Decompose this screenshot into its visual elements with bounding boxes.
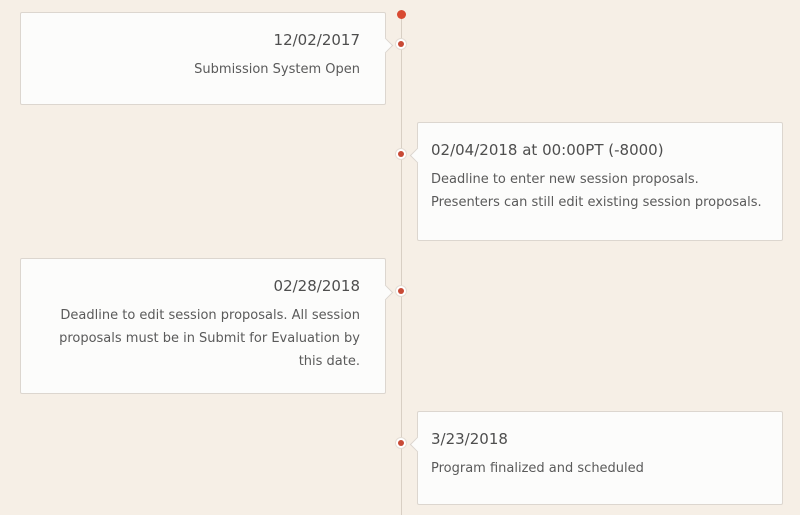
event-date: 02/28/2018 [273, 277, 360, 295]
event-description: Submission System Open [194, 62, 360, 77]
timeline-marker [398, 151, 404, 157]
event-description: Deadline to edit session proposals. All … [59, 308, 360, 369]
event-date: 12/02/2017 [273, 31, 360, 49]
event-description: Program finalized and scheduled [431, 461, 644, 476]
timeline-marker [398, 288, 404, 294]
timeline-marker [398, 41, 404, 47]
timeline-event-card: 3/23/2018 Program finalized and schedule… [417, 411, 783, 505]
event-date: 02/04/2018 at 00:00PT (-8000) [431, 141, 664, 159]
timeline-start-dot [397, 10, 406, 19]
timeline-event-card: 12/02/2017 Submission System Open .card.… [20, 12, 386, 105]
timeline-event-card: 02/04/2018 at 00:00PT (-8000) Deadline t… [417, 122, 783, 241]
timeline-marker [398, 440, 404, 446]
event-date: 3/23/2018 [431, 430, 508, 448]
event-description: Deadline to enter new session proposals.… [431, 172, 762, 210]
timeline-event-card: 02/28/2018 Deadline to edit session prop… [20, 258, 386, 394]
